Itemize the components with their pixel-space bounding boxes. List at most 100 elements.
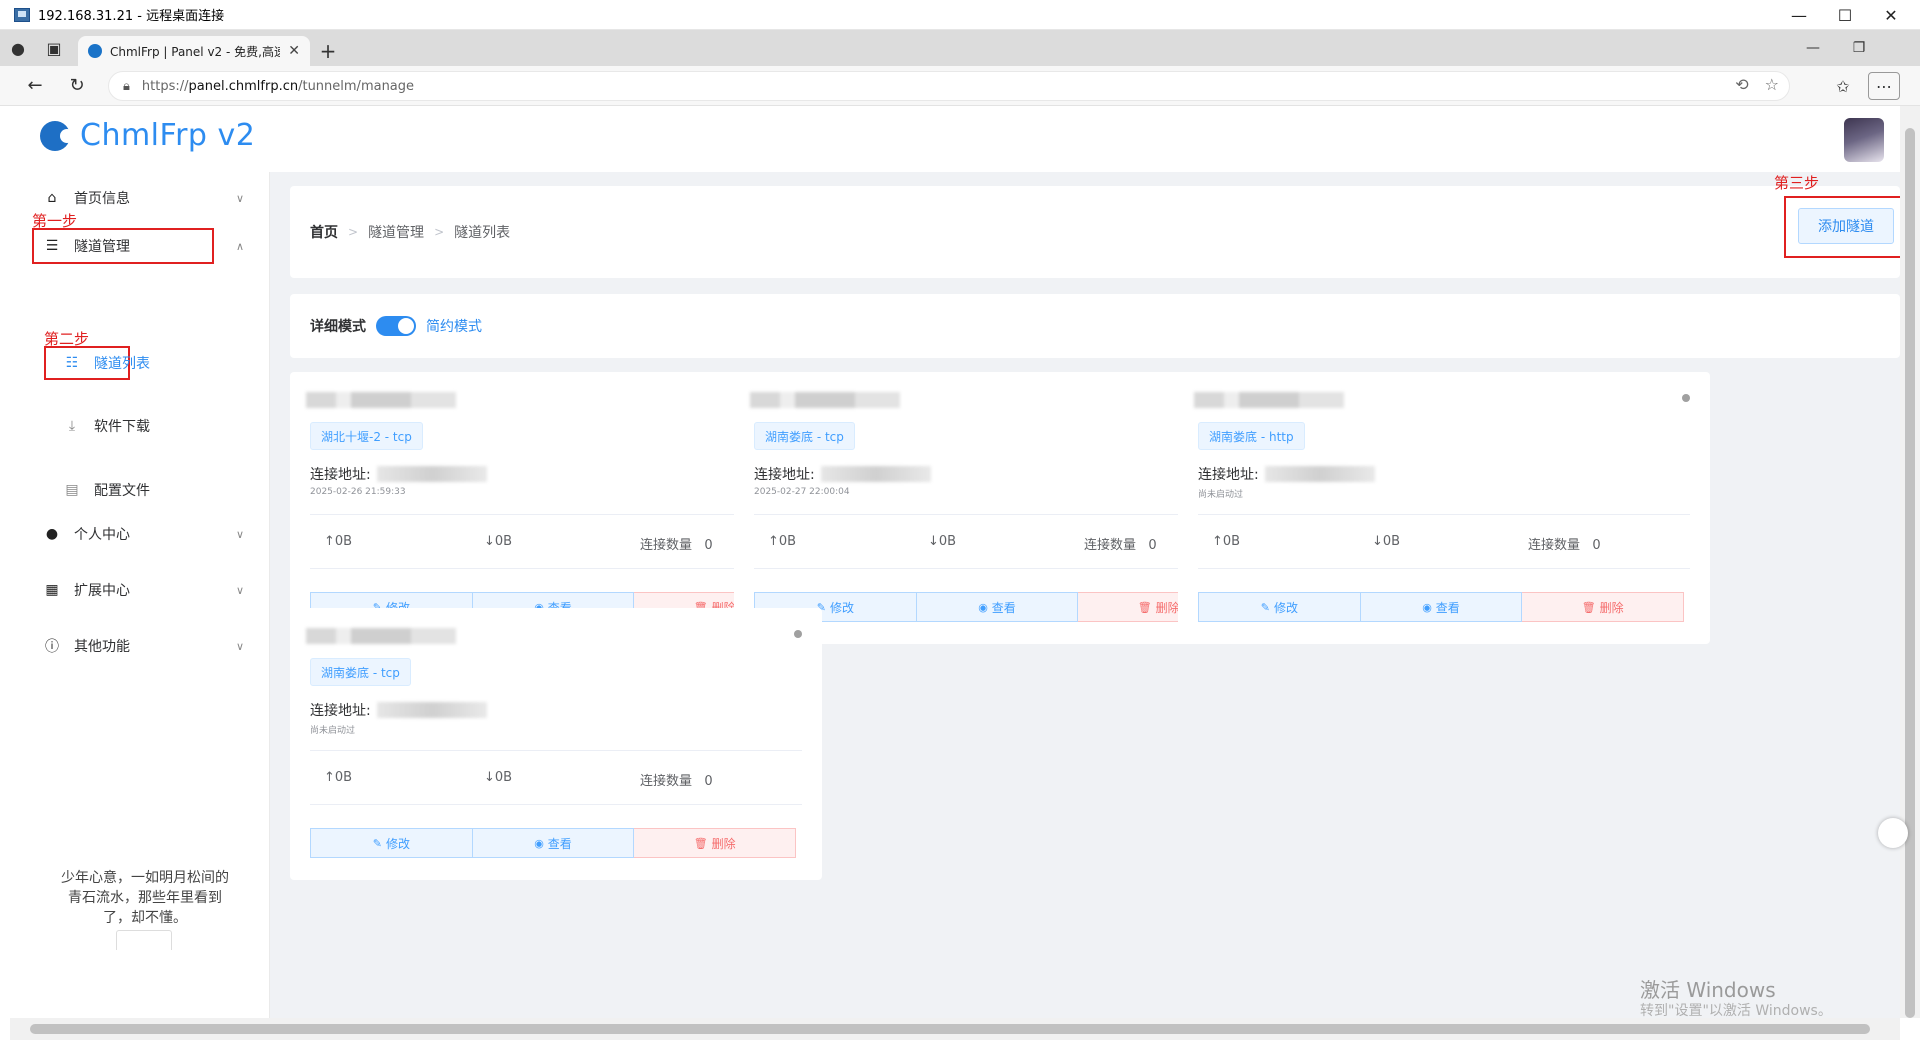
delete-tunnel-button[interactable]: 🗑︎删除 (634, 828, 797, 858)
connection-address: 连接地址: (1198, 464, 1375, 484)
sidebar-item-software-download[interactable]: ⤓ 软件下载 (64, 408, 150, 444)
view-tunnel-button[interactable]: ◉查看 (472, 828, 635, 858)
divider (310, 750, 802, 751)
site-header: ChmlFrp v2 (10, 106, 1900, 172)
view-mode-card: 详细模式 简约模式 (290, 294, 1900, 358)
upload-traffic: ↑0B (324, 770, 353, 785)
status-dot (794, 630, 802, 638)
download-traffic: ↓0B (928, 534, 957, 549)
eye-icon: ◉ (1422, 600, 1432, 614)
breadcrumb-separator-icon: > (434, 225, 445, 239)
last-start-time: 尚未启动过 (1198, 490, 1244, 500)
divider (310, 804, 802, 805)
translate-icon[interactable]: ⟲ (1735, 75, 1748, 94)
sidebar: ⌂ 首页信息 ∨ 第一步 ☰ 隧道管理 ∧ 第二步 ☷ 隧道列表 ⤓ 软件下载 … (10, 172, 270, 1018)
browser-tab-strip: ● ▣ ChmlFrp | Panel v2 - 免费,高速,稳 ✕ + (0, 30, 1920, 66)
browser-tab-active[interactable]: ChmlFrp | Panel v2 - 免费,高速,稳 ✕ (78, 36, 310, 66)
connection-count: 连接数量 0 (1528, 538, 1601, 553)
sidebar-item-user-center[interactable]: ● 个人中心 ∨ (10, 514, 260, 554)
breadcrumb-home[interactable]: 首页 (310, 222, 338, 242)
refresh-icon[interactable]: ↻ (56, 66, 98, 106)
address-redacted (1264, 466, 1375, 482)
sidebar-footer-tab[interactable] (116, 930, 172, 950)
tunnel-name-redacted (306, 392, 456, 408)
user-icon: ● (45, 526, 59, 542)
sidebar-item-config-file[interactable]: ▤ 配置文件 (64, 472, 150, 508)
detail-mode-label: 详细模式 (310, 319, 366, 335)
info-icon: ⓘ (45, 639, 59, 655)
minimize-window-button[interactable]: — (1776, 0, 1822, 30)
trash-icon: 🗑︎ (1581, 600, 1596, 614)
chevron-down-icon: ∨ (235, 527, 244, 541)
divider (754, 514, 1246, 515)
tunnel-card: 湖南娄底 - http 连接地址: 尚未启动过 ↑0B ↓0B 连接数量 0 ✎ 修改 ◉ 查看 🗑… (1178, 372, 1710, 644)
sidebar-item-tunnel-list[interactable]: ☷ 隧道列表 (64, 345, 150, 381)
tunnel-name-redacted (750, 392, 900, 408)
delete-tunnel-button[interactable]: 🗑︎删除 (1522, 592, 1685, 622)
tunnel-name-redacted (1194, 392, 1344, 408)
breadcrumb-card: 首页 > 隧道管理 > 隧道列表 第三步 添加隧道 (290, 174, 1900, 278)
rdp-title-bar: 192.168.31.21 - 远程桌面连接 (0, 0, 1920, 30)
connection-count: 连接数量 0 (1084, 538, 1157, 553)
lock-icon: 🔒︎ (123, 78, 130, 94)
favorite-star-icon[interactable]: ☆ (1765, 75, 1779, 94)
tunnel-actions: ✎修改◉查看🗑︎删除 (310, 828, 797, 858)
sliders-icon: ☷ (65, 355, 79, 371)
address-redacted (376, 466, 487, 482)
web-page: ChmlFrp v2 ⌂ 首页信息 ∨ 第一步 ☰ 隧道管理 ∧ 第二步 ☷ 隧… (10, 106, 1900, 1018)
tab-actions-icon[interactable]: ▣ (36, 30, 72, 66)
browser-restore-button[interactable]: ❐ (1836, 30, 1882, 66)
sidebar-item-extension-center[interactable]: ▦ 扩展中心 ∨ (10, 570, 260, 610)
windows-activation-hint: 转到"设置"以激活 Windows。 (1640, 1003, 1832, 1019)
upload-traffic: ↑0B (1212, 534, 1241, 549)
site-logo[interactable]: ChmlFrp v2 (40, 118, 255, 153)
view-mode-toggle[interactable] (376, 316, 416, 336)
profile-icon[interactable]: ● (0, 30, 36, 66)
tunnel-actions: ✎修改◉查看🗑︎删除 (754, 592, 1241, 622)
vertical-scrollbar[interactable] (1900, 106, 1920, 1018)
connection-address: 连接地址: (310, 464, 487, 484)
breadcrumb-tunnel-management[interactable]: 隧道管理 (368, 222, 424, 242)
back-icon[interactable]: ← (14, 66, 56, 106)
more-menu-icon[interactable]: ⋯ (1868, 72, 1900, 100)
chevron-down-icon: ∨ (235, 191, 244, 205)
breadcrumb: 首页 > 隧道管理 > 隧道列表 (310, 222, 510, 242)
download-traffic: ↓0B (484, 770, 513, 785)
last-start-time: 尚未启动过 (310, 726, 356, 736)
last-start-time: 2025-02-26 21:59:33 (310, 487, 406, 497)
connection-count: 连接数量 0 (640, 538, 713, 553)
browser-navbar: ← ↻ 🔒︎ https://panel.chmlfrp.cn/tunnelm/… (0, 66, 1920, 106)
chevron-up-icon: ∧ (235, 239, 244, 253)
floating-assistant-avatar[interactable] (1878, 818, 1908, 848)
sidebar-item-tunnel-management[interactable]: ☰ 隧道管理 ∧ (10, 226, 260, 266)
tab-close-icon[interactable]: ✕ (288, 43, 300, 59)
divider (310, 568, 802, 569)
view-tunnel-button[interactable]: ◉查看 (1360, 592, 1523, 622)
tunnel-card: 湖南娄底 - tcp 连接地址: 尚未启动过 ↑0B ↓0B 连接数量 0 ✎ 修改 ◉ 查看 🗑︎… (290, 608, 822, 880)
trash-icon: 🗑︎ (1137, 600, 1152, 614)
browser-minimize-button[interactable]: — (1790, 30, 1836, 66)
remote-desktop-icon (14, 7, 30, 22)
edit-tunnel-button[interactable]: ✎修改 (1198, 592, 1361, 622)
upload-traffic: ↑0B (324, 534, 353, 549)
address-bar[interactable]: 🔒︎ https://panel.chmlfrp.cn/tunnelm/mana… (108, 71, 1790, 101)
chevron-down-icon: ∨ (235, 639, 244, 653)
chevron-down-icon: ∨ (235, 583, 244, 597)
connection-count: 连接数量 0 (640, 774, 713, 789)
horizontal-scrollbar[interactable] (10, 1018, 1900, 1040)
view-tunnel-button[interactable]: ◉查看 (916, 592, 1079, 622)
download-traffic: ↓0B (1372, 534, 1401, 549)
status-dot (1682, 394, 1690, 402)
sidebar-item-other-features[interactable]: ⓘ 其他功能 ∨ (10, 626, 260, 666)
menu-lines-icon: ☰ (45, 238, 59, 254)
maximize-window-button[interactable]: ☐ (1822, 0, 1868, 30)
download-traffic: ↓0B (484, 534, 513, 549)
user-avatar[interactable] (1844, 118, 1884, 162)
close-window-button[interactable]: ✕ (1868, 0, 1914, 30)
new-tab-button[interactable]: + (310, 36, 346, 66)
eye-icon: ◉ (534, 836, 544, 850)
add-tunnel-button[interactable]: 添加隧道 (1798, 208, 1894, 244)
connection-address: 连接地址: (754, 464, 931, 484)
edit-tunnel-button[interactable]: ✎修改 (310, 828, 473, 858)
favorites-icon[interactable]: ✩ (1828, 72, 1858, 100)
